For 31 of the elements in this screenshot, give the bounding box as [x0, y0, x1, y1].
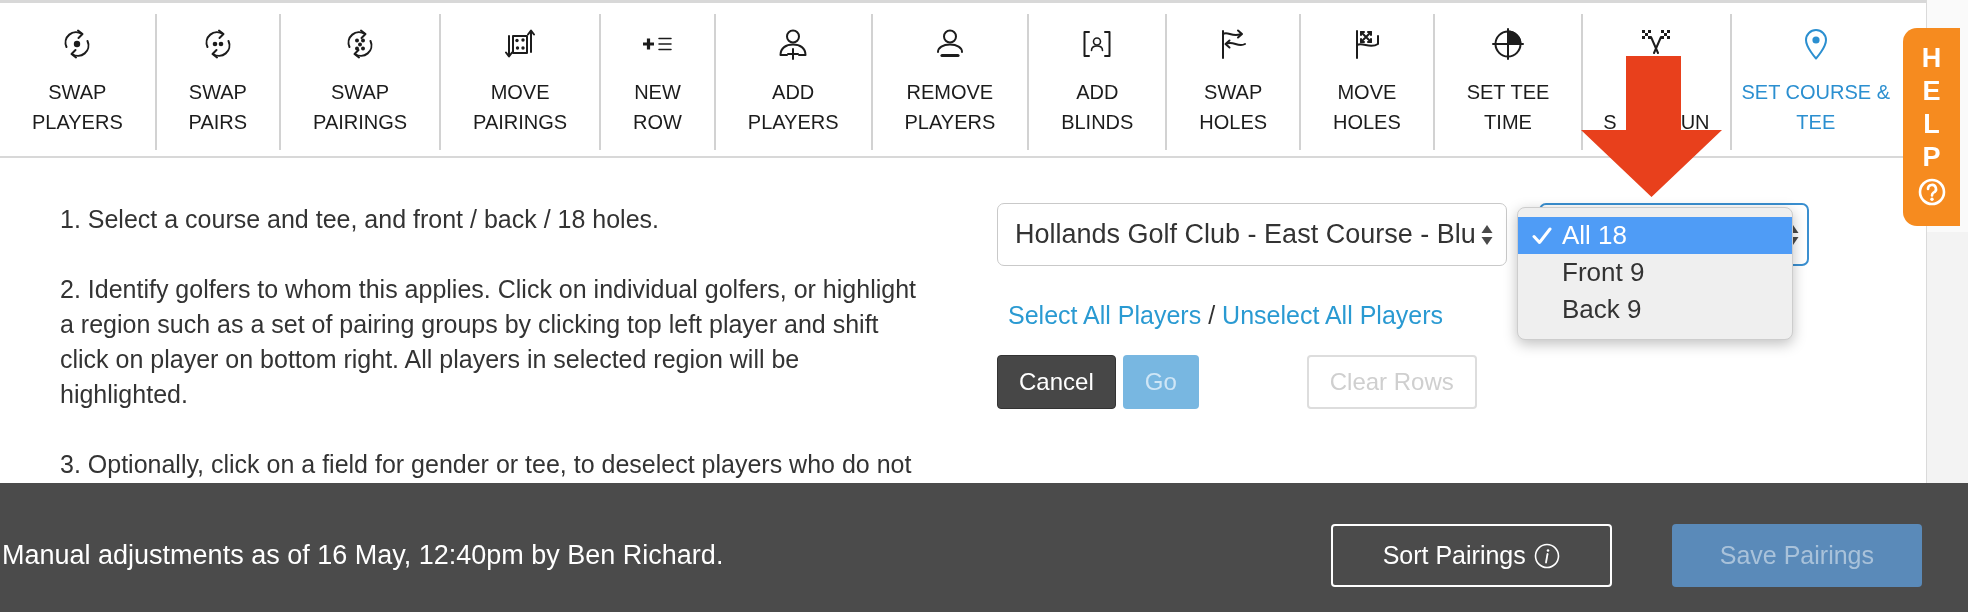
- toolbar-button[interactable]: SWAP PAIRINGS: [281, 14, 442, 150]
- bar-button[interactable]: Sort Pairings: [1330, 524, 1612, 587]
- check-icon: [1532, 225, 1552, 246]
- checkered-flags-icon[interactable]: [1640, 28, 1673, 54]
- toolbar-label[interactable]: S: [1603, 114, 1617, 130]
- toolbar-label[interactable]: UN: [1680, 114, 1710, 130]
- link-separator: /: [1208, 300, 1216, 330]
- dotted-square-arrows-icon: [504, 28, 537, 60]
- toolbar-button[interactable]: SWAP PAIRS: [156, 14, 282, 150]
- question-circle-icon: [1917, 177, 1946, 206]
- toolbar-button[interactable]: SWAP HOLES: [1167, 14, 1302, 150]
- toolbar-button[interactable]: ADD BLINDS: [1029, 14, 1168, 150]
- toolbar-button[interactable]: SET COURSE & TEE: [1731, 14, 1901, 150]
- instruction-text: 1. Select a course and tee, and front / back / 18 holes.: [60, 204, 660, 235]
- toolbar-button[interactable]: REMOVE PLAYERS: [872, 14, 1030, 150]
- toolbar-button[interactable]: MOVE PAIRINGS: [441, 14, 602, 150]
- toolbar-button[interactable]: MOVE HOLES: [1301, 14, 1435, 150]
- toolbar-button[interactable]: ADD PLAYERS: [715, 14, 873, 150]
- toolbar-button[interactable]: NEW ROW: [601, 14, 716, 150]
- action-button[interactable]: Cancel: [997, 355, 1116, 409]
- status-message: Manual adjustments as of 16 May, 12:40pm by Ben Richard.: [2, 540, 724, 571]
- course-select[interactable]: Hollands Golf Club - East Course - Blu: [997, 203, 1507, 266]
- toolbar-button[interactable]: SET TEE TIME: [1434, 14, 1584, 150]
- crosshair-circle-icon: [1492, 28, 1524, 60]
- updown-arrows-icon: [1481, 223, 1493, 246]
- menu-option[interactable]: Back 9: [1518, 291, 1792, 328]
- toolbar-button[interactable]: SWAP PLAYERS: [0, 14, 157, 150]
- menu-option[interactable]: Front 9: [1518, 254, 1792, 291]
- instruction-text: 3. Optionally, click on a field for gender or tee, to deselect players who do not: [60, 449, 913, 480]
- instruction-text: 2. Identify golfers to whom this applies. Click on individual golfers, or highlight a region such as a set of pairing groups by clicking top left player and shift click on player on bottom right. All players in selected region will be highlighted.: [60, 274, 917, 410]
- bracketed-person-icon: [1081, 28, 1114, 60]
